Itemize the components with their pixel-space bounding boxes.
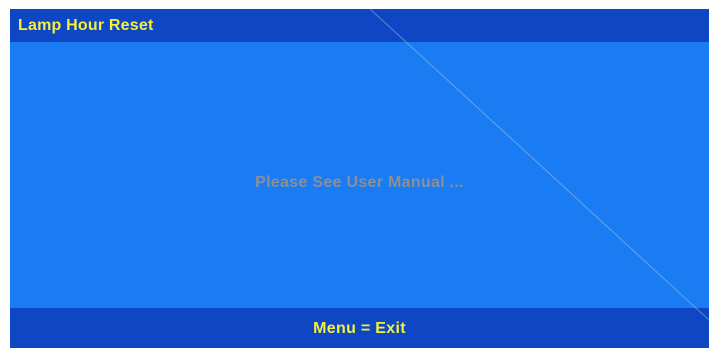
- footer-bar: Menu = Exit: [10, 308, 709, 348]
- status-message: Please See User Manual ...: [255, 174, 464, 191]
- exit-hint[interactable]: Menu = Exit: [10, 319, 709, 338]
- osd-menu-panel: Lamp Hour Reset Please See User Manual .…: [10, 9, 709, 348]
- menu-title: Lamp Hour Reset: [18, 17, 154, 34]
- title-bar: Lamp Hour Reset: [10, 9, 709, 42]
- content-area: Please See User Manual ...: [10, 42, 709, 308]
